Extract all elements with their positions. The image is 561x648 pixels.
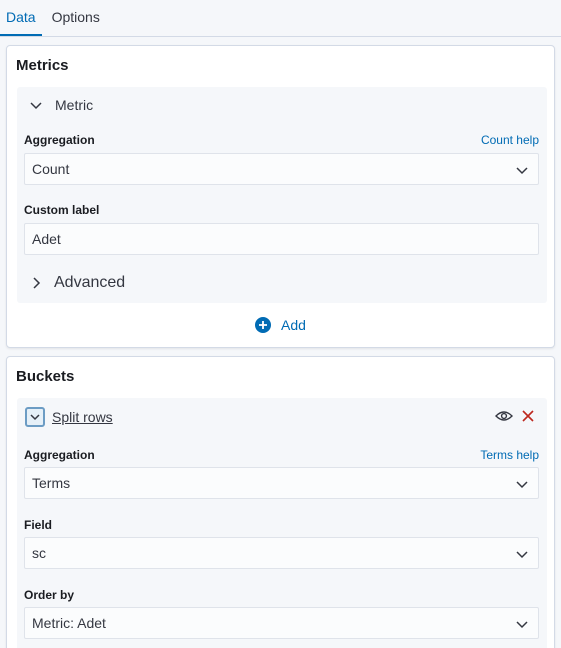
field-select[interactable]: sc	[24, 537, 539, 569]
custom-label-input[interactable]: Adet	[24, 223, 539, 255]
bucket-aggregation-label: Aggregation	[24, 448, 95, 462]
chevron-down-icon	[30, 414, 40, 421]
eye-icon[interactable]	[495, 409, 513, 423]
metric-header-label: Metric	[55, 97, 94, 113]
metric-header[interactable]: Metric	[25, 90, 93, 120]
terms-help-link[interactable]: Terms help	[480, 448, 539, 462]
metric-aggregation-select[interactable]: Count	[24, 153, 539, 185]
add-metric-button[interactable]: Add	[7, 317, 554, 333]
metrics-panel: Metrics Metric Aggregation Count help Co…	[6, 45, 555, 348]
add-label: Add	[281, 317, 306, 333]
metric-aggregation-label: Aggregation	[24, 133, 95, 147]
chevron-down-icon[interactable]	[25, 94, 47, 116]
chevron-down-icon	[516, 167, 528, 175]
buckets-title: Buckets	[16, 368, 75, 385]
order-by-label: Order by	[24, 588, 75, 602]
split-rows-toggle[interactable]	[25, 407, 45, 427]
order-by-select[interactable]: Metric: Adet	[24, 607, 539, 639]
bucket-aggregation-select[interactable]: Terms	[24, 467, 539, 499]
bucket-aggregation-value: Terms	[32, 475, 71, 491]
order-by-value: Metric: Adet	[32, 615, 106, 631]
split-rows-header[interactable]: Split rows	[23, 402, 113, 432]
advanced-label: Advanced	[54, 274, 126, 291]
bucket-agg-box: Split rows Aggregation Terms help Terms …	[17, 398, 547, 648]
tab-options[interactable]: Options	[46, 9, 106, 36]
chevron-down-icon	[516, 551, 528, 559]
plus-circle-icon	[255, 317, 272, 333]
metric-agg-box: Metric Aggregation Count help Count Cust…	[17, 87, 547, 303]
editor-tabs: Data Options	[0, 0, 561, 37]
buckets-panel: Buckets Split rows Aggregation Terms hel…	[6, 356, 555, 648]
custom-label-value: Adet	[32, 231, 61, 247]
metric-aggregation-value: Count	[32, 161, 70, 177]
custom-label-label: Custom label	[24, 203, 100, 217]
chevron-down-icon	[516, 481, 528, 489]
tab-data[interactable]: Data	[0, 9, 42, 36]
chevron-right-icon	[25, 272, 47, 294]
split-rows-title[interactable]: Split rows	[52, 409, 113, 425]
close-icon[interactable]	[521, 409, 535, 423]
count-help-link[interactable]: Count help	[481, 133, 539, 147]
advanced-toggle[interactable]: Advanced	[25, 268, 125, 298]
metrics-title: Metrics	[16, 57, 69, 74]
chevron-down-icon	[516, 621, 528, 629]
field-label: Field	[24, 518, 53, 532]
field-value: sc	[32, 545, 46, 561]
